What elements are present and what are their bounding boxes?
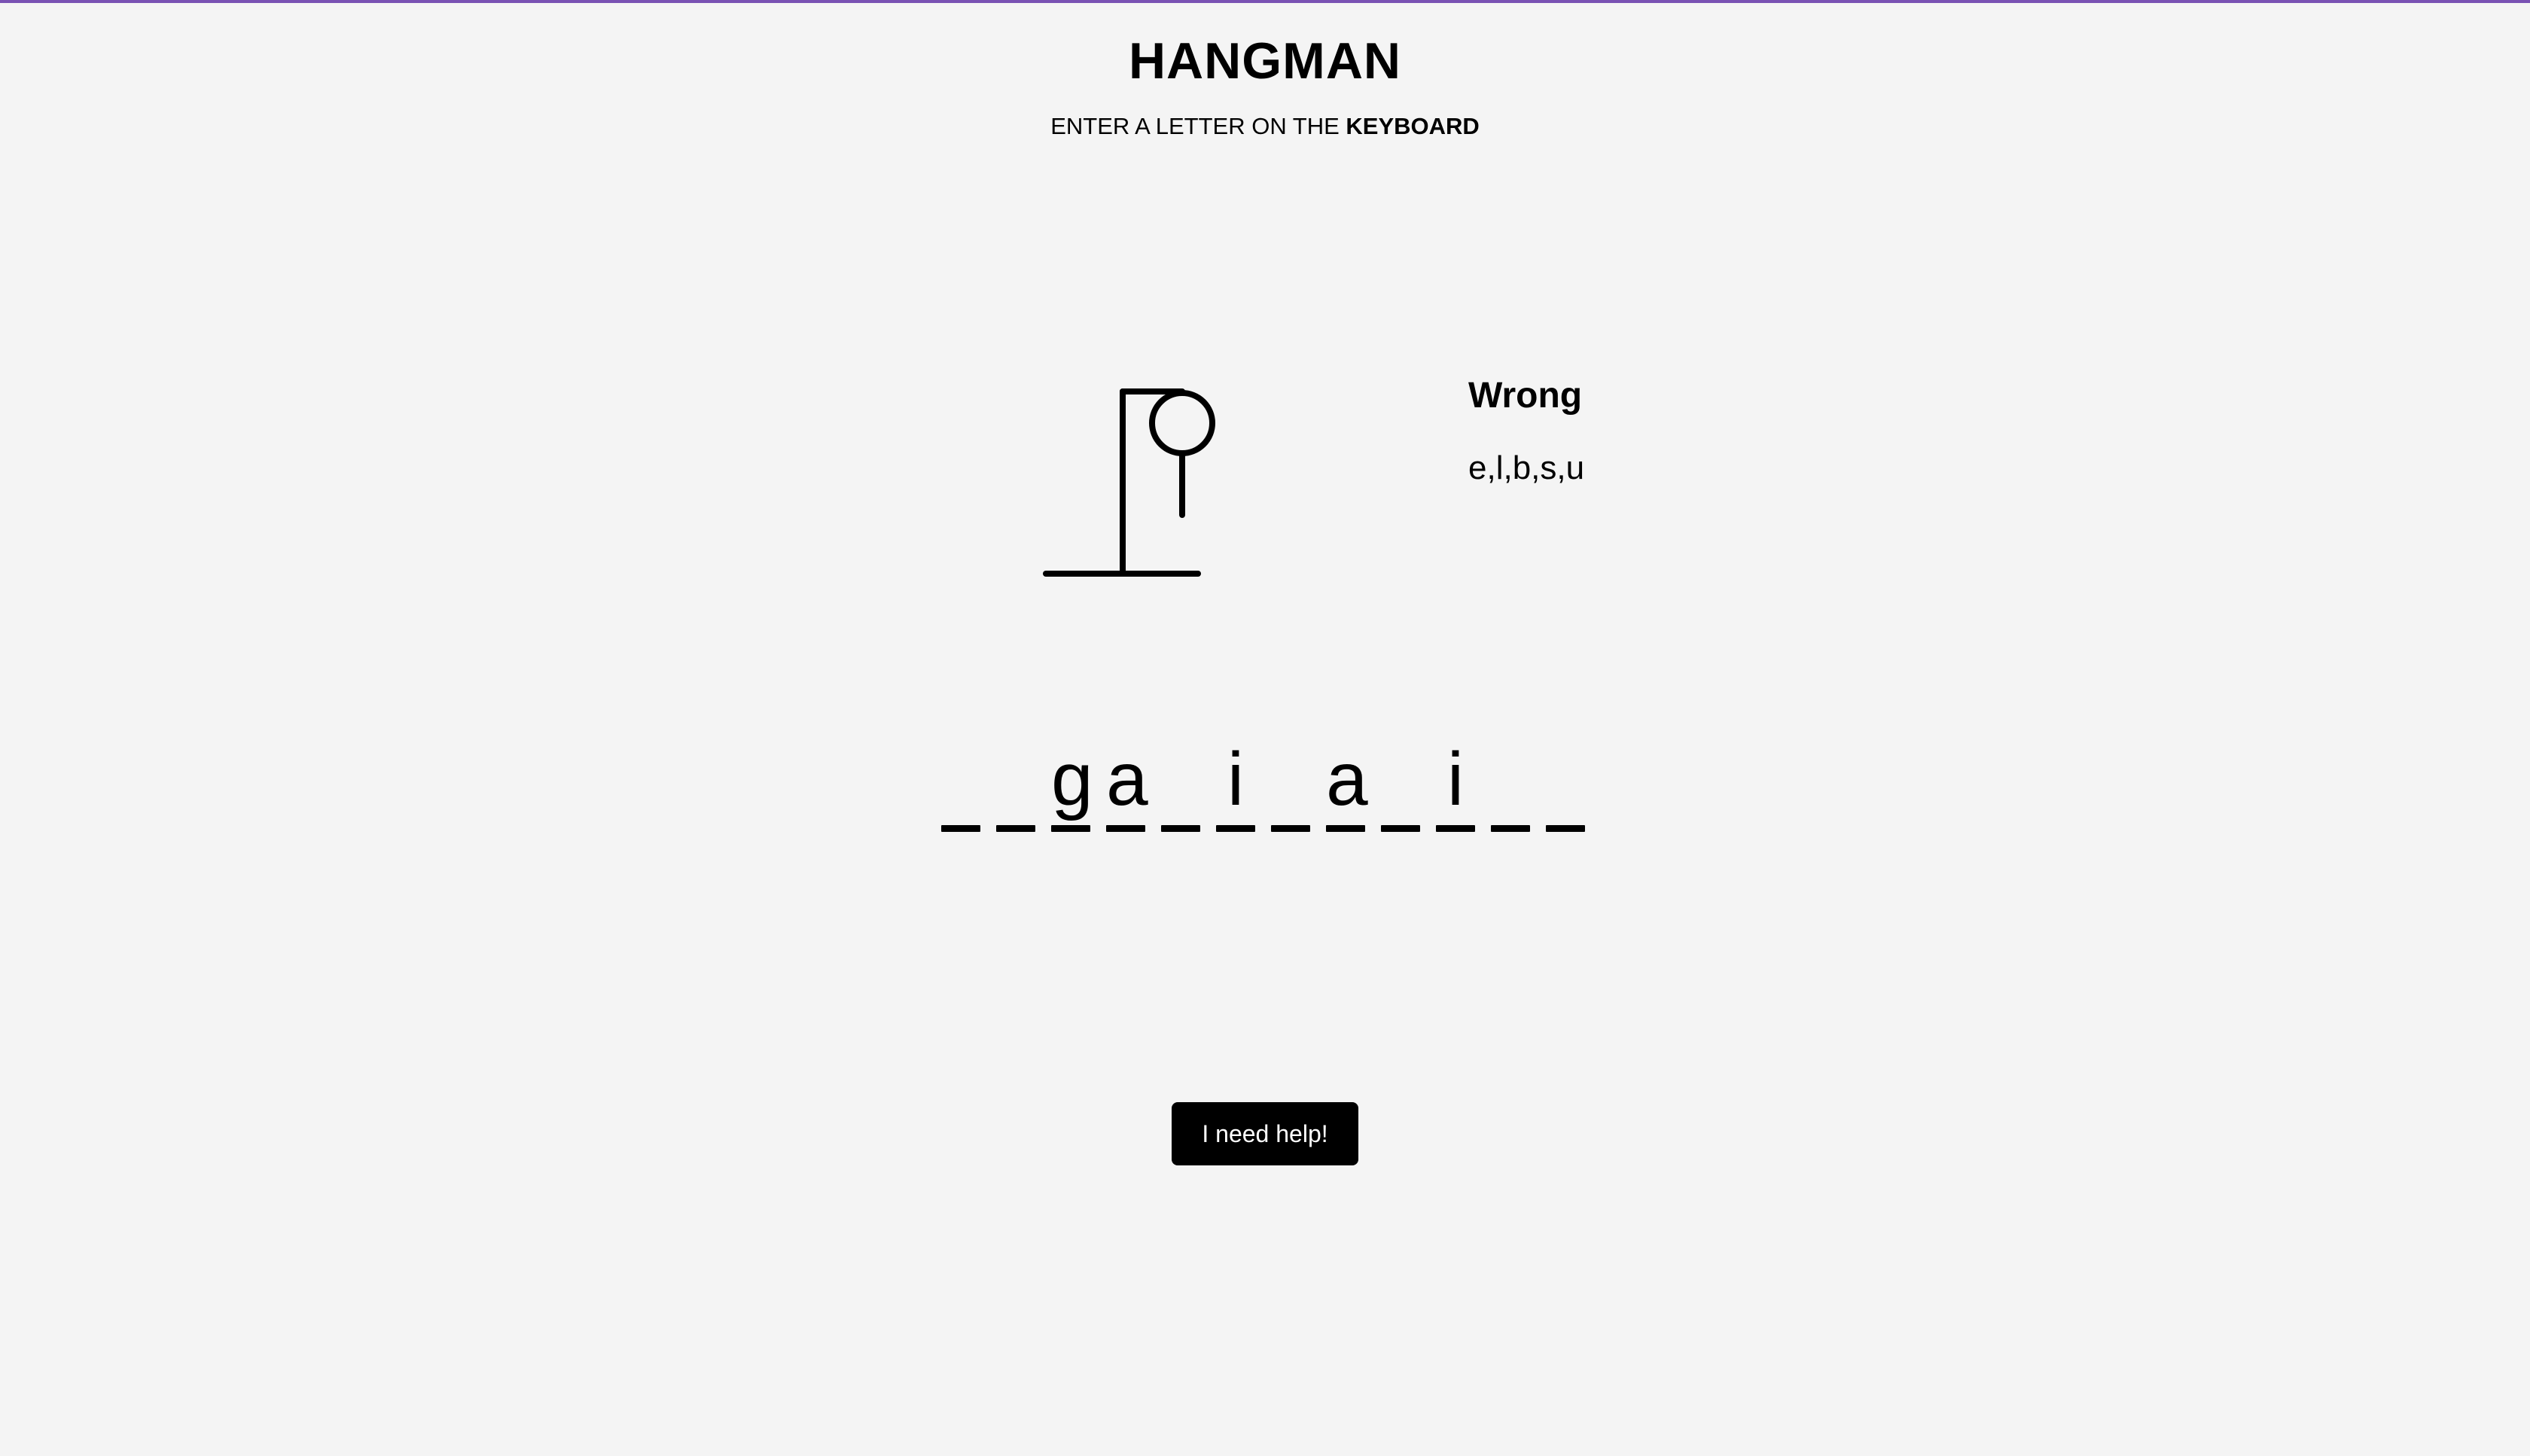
letter-slot: g (1051, 734, 1093, 832)
letter-slot (1161, 734, 1200, 832)
letter-char: i (1227, 737, 1245, 821)
word-display: gaiai (941, 734, 1585, 832)
letter-underline (1546, 825, 1585, 832)
letter-underline (1051, 825, 1090, 832)
letter-underline (1161, 825, 1200, 832)
letter-underline (1381, 825, 1420, 832)
letter-underline (996, 825, 1035, 832)
letter-slot (941, 734, 980, 832)
top-accent-bar (0, 0, 2530, 3)
instruction-text: ENTER A LETTER ON THE KEYBOARD (0, 113, 2530, 140)
wrong-guesses-list: e,l,b,s,u (1468, 449, 1585, 486)
help-button[interactable]: I need help! (1172, 1102, 1358, 1165)
letter-slot (1271, 734, 1310, 832)
letter-underline (1216, 825, 1255, 832)
letter-slot (1491, 734, 1530, 832)
letter-slot: a (1326, 734, 1368, 832)
hangman-figure (1043, 388, 1215, 577)
letter-slot: i (1216, 734, 1255, 832)
instruction-emphasis: KEYBOARD (1346, 113, 1480, 139)
letter-char: a (1326, 737, 1368, 821)
letter-underline (1326, 825, 1365, 832)
letter-slot: i (1436, 734, 1475, 832)
letter-underline (1106, 825, 1145, 832)
letter-underline (941, 825, 980, 832)
letter-slot (996, 734, 1035, 832)
letter-char: i (1446, 737, 1465, 821)
letter-underline (1436, 825, 1475, 832)
instruction-prefix: ENTER A LETTER ON THE (1050, 113, 1346, 139)
letter-char: g (1051, 737, 1093, 821)
page-title: HANGMAN (1128, 32, 1402, 90)
letter-underline (1271, 825, 1310, 832)
hangman-head (1149, 390, 1215, 456)
wrong-guesses-panel: Wrong e,l,b,s,u (1468, 375, 1584, 487)
letter-slot: a (1106, 734, 1148, 832)
letter-slot (1546, 734, 1585, 832)
letter-slot (1381, 734, 1420, 832)
letter-underline (1491, 825, 1530, 832)
letter-char: a (1106, 737, 1148, 821)
wrong-guesses-title: Wrong (1468, 376, 1583, 416)
